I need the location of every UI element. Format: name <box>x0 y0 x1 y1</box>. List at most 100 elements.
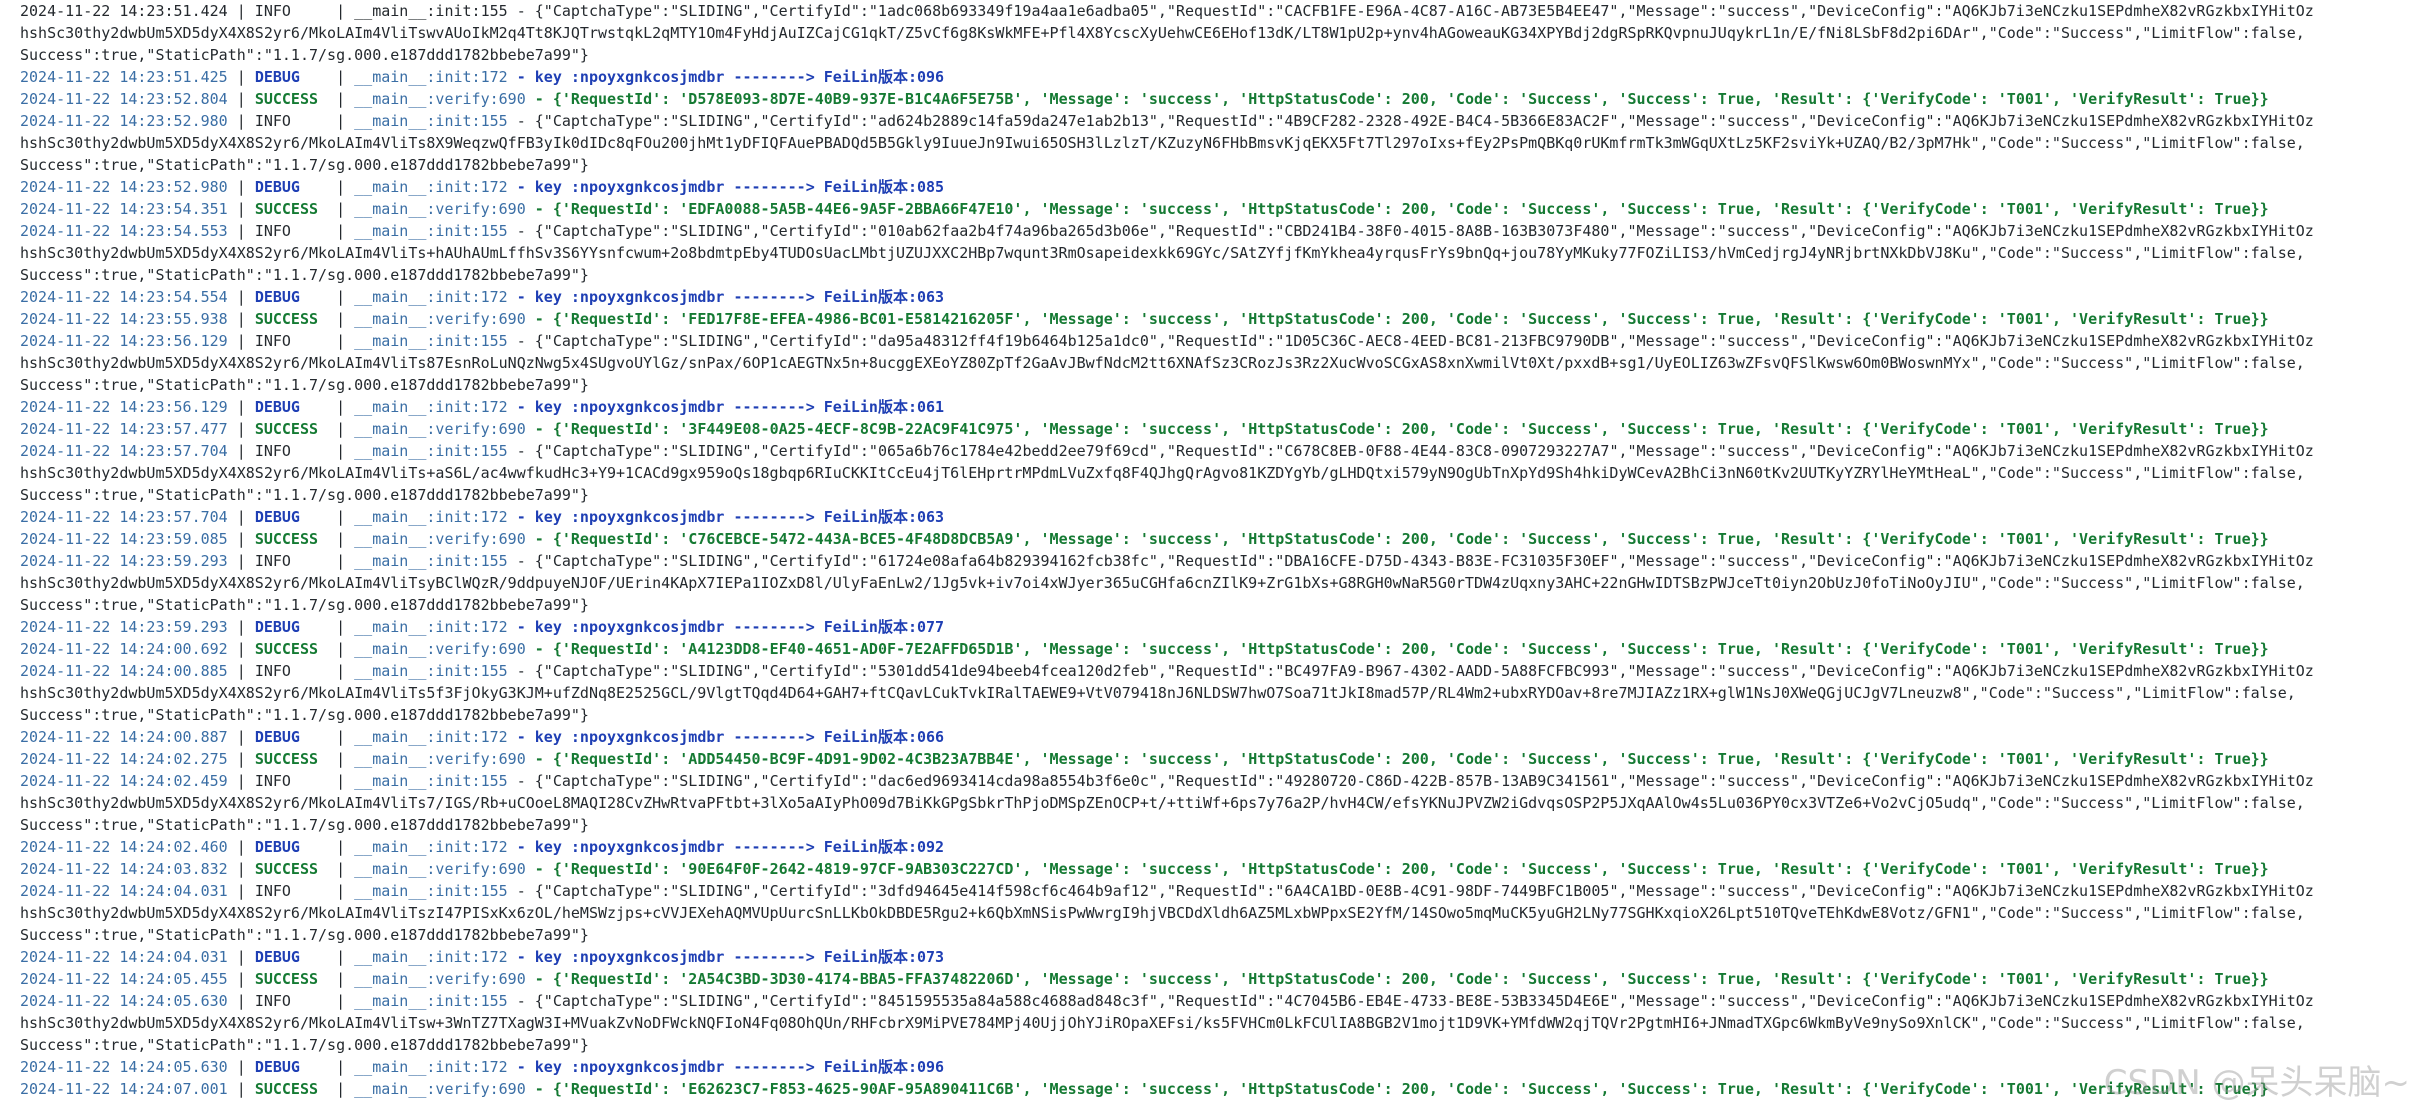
log-level-badge: SUCCESS <box>254 310 319 328</box>
log-line-success: 2024-11-22 14:24:05.455 | SUCCESS | __ma… <box>20 968 2415 990</box>
log-level-badge: DEBUG <box>254 838 300 856</box>
log-text: Success":true,"StaticPath":"1.1.7/sg.000… <box>20 706 589 724</box>
log-separator: | <box>290 552 355 570</box>
log-continuation-line: Success":true,"StaticPath":"1.1.7/sg.000… <box>20 924 2415 946</box>
log-level-badge: DEBUG <box>254 728 300 746</box>
log-source: __main__:init:155 <box>354 662 508 680</box>
log-level-badge: SUCCESS <box>254 1080 319 1098</box>
log-source: __main__:verify:690 <box>354 860 526 878</box>
log-separator: | <box>227 90 255 108</box>
log-space <box>508 882 517 900</box>
log-separator: | <box>227 640 255 658</box>
log-line-debug: 2024-11-22 14:24:04.031 | DEBUG | __main… <box>20 946 2415 968</box>
log-space <box>508 662 517 680</box>
log-text: hshSc30thy2dwbUm5XD5dyX4X8S2yr6/MkoLAIm4… <box>20 574 2305 592</box>
log-message: - key :npoyxgnkcosjmdbr --------> FeiLin… <box>516 838 945 856</box>
log-source: __main__:init:172 <box>354 728 508 746</box>
log-source: __main__:init:155 <box>354 552 508 570</box>
log-separator: | <box>299 728 355 746</box>
log-timestamp: 2024-11-22 14:23:52.980 <box>20 178 228 196</box>
log-text: Success":true,"StaticPath":"1.1.7/sg.000… <box>20 926 589 944</box>
log-separator: | <box>299 948 355 966</box>
log-space <box>508 772 517 790</box>
log-separator: | <box>227 772 255 790</box>
log-space <box>508 552 517 570</box>
log-timestamp: 2024-11-22 14:23:52.804 <box>20 90 228 108</box>
log-continuation-line: hshSc30thy2dwbUm5XD5dyX4X8S2yr6/MkoLAIm4… <box>20 242 2415 264</box>
log-continuation-line: hshSc30thy2dwbUm5XD5dyX4X8S2yr6/MkoLAIm4… <box>20 792 2415 814</box>
log-source: __main__:init:155 <box>354 222 508 240</box>
log-continuation-line: hshSc30thy2dwbUm5XD5dyX4X8S2yr6/MkoLAIm4… <box>20 462 2415 484</box>
log-level-badge: INFO <box>254 552 291 570</box>
log-continuation-line: Success":true,"StaticPath":"1.1.7/sg.000… <box>20 704 2415 726</box>
log-separator: | <box>299 1058 355 1076</box>
log-separator: | <box>318 860 355 878</box>
log-message: - key :npoyxgnkcosjmdbr --------> FeiLin… <box>516 178 945 196</box>
log-line-info: 2024-11-22 14:24:04.031 | INFO | __main_… <box>20 880 2415 902</box>
log-level-badge: DEBUG <box>254 508 300 526</box>
log-level-badge: INFO <box>254 662 291 680</box>
log-separator: | <box>318 970 355 988</box>
log-separator: | <box>290 112 355 130</box>
log-console[interactable]: 2024-11-22 14:23:51.424 | INFO | __main_… <box>20 0 2415 1108</box>
log-line-debug: 2024-11-22 14:23:54.554 | DEBUG | __main… <box>20 286 2415 308</box>
log-continuation-line: Success":true,"StaticPath":"1.1.7/sg.000… <box>20 154 2415 176</box>
log-level-badge: DEBUG <box>254 178 300 196</box>
log-timestamp: 2024-11-22 14:24:04.031 <box>20 882 228 900</box>
log-space <box>526 750 535 768</box>
log-continuation-line: Success":true,"StaticPath":"1.1.7/sg.000… <box>20 264 2415 286</box>
log-timestamp: 2024-11-22 14:23:56.129 <box>20 398 228 416</box>
log-level-badge: SUCCESS <box>254 200 319 218</box>
log-timestamp: 2024-11-22 14:23:51.425 <box>20 68 228 86</box>
log-text: hshSc30thy2dwbUm5XD5dyX4X8S2yr6/MkoLAIm4… <box>20 904 2305 922</box>
log-timestamp: 2024-11-22 14:23:52.980 <box>20 112 228 130</box>
log-space <box>526 420 535 438</box>
log-separator: | <box>227 398 255 416</box>
log-continuation-line: hshSc30thy2dwbUm5XD5dyX4X8S2yr6/MkoLAIm4… <box>20 22 2415 44</box>
log-separator: | <box>318 200 355 218</box>
log-message: - key :npoyxgnkcosjmdbr --------> FeiLin… <box>516 948 945 966</box>
log-message: - {'RequestId': 'E62623C7-F853-4625-90AF… <box>534 1080 2269 1098</box>
log-timestamp: 2024-11-22 14:24:02.459 <box>20 772 228 790</box>
log-continuation-line: Success":true,"StaticPath":"1.1.7/sg.000… <box>20 1034 2415 1056</box>
log-separator: | <box>290 222 355 240</box>
log-separator: | <box>290 442 355 460</box>
log-space <box>526 970 535 988</box>
log-space <box>508 222 517 240</box>
log-space <box>526 640 535 658</box>
log-source: __main__:init:172 <box>354 288 508 306</box>
log-text: hshSc30thy2dwbUm5XD5dyX4X8S2yr6/MkoLAIm4… <box>20 464 2305 482</box>
log-source: __main__:init:155 <box>354 772 508 790</box>
log-source: __main__:init:172 <box>354 1058 508 1076</box>
log-level-badge: INFO <box>254 112 291 130</box>
log-separator: | <box>299 618 355 636</box>
log-timestamp: 2024-11-22 14:23:57.477 <box>20 420 228 438</box>
log-separator: | <box>227 310 255 328</box>
log-text: Success":true,"StaticPath":"1.1.7/sg.000… <box>20 156 589 174</box>
log-timestamp: 2024-11-22 14:23:54.554 <box>20 288 228 306</box>
log-separator: | <box>227 442 255 460</box>
log-text: hshSc30thy2dwbUm5XD5dyX4X8S2yr6/MkoLAIm4… <box>20 244 2305 262</box>
log-separator: | <box>227 618 255 636</box>
log-timestamp: 2024-11-22 14:24:04.031 <box>20 948 228 966</box>
log-level-badge: INFO <box>254 332 291 350</box>
log-timestamp: 2024-11-22 14:24:07.001 <box>20 1080 228 1098</box>
log-space <box>508 332 517 350</box>
log-separator: | <box>290 882 355 900</box>
log-separator: | <box>318 310 355 328</box>
log-source: __main__:init:155 <box>354 332 508 350</box>
log-timestamp: 2024-11-22 14:24:05.455 <box>20 970 228 988</box>
log-line-success: 2024-11-22 14:24:00.692 | SUCCESS | __ma… <box>20 638 2415 660</box>
log-level-badge: SUCCESS <box>254 970 319 988</box>
log-separator: | <box>318 530 355 548</box>
log-message: - key :npoyxgnkcosjmdbr --------> FeiLin… <box>516 1058 945 1076</box>
log-message: - {"CaptchaType":"SLIDING","CertifyId":"… <box>516 442 2314 460</box>
log-separator: | <box>227 420 255 438</box>
log-level-badge: SUCCESS <box>254 530 319 548</box>
log-line-info: 2024-11-22 14:24:02.459 | INFO | __main_… <box>20 770 2415 792</box>
log-level-badge: DEBUG <box>254 618 300 636</box>
log-level-badge: SUCCESS <box>254 420 319 438</box>
log-source: __main__:init:172 <box>354 398 508 416</box>
log-space <box>508 992 517 1010</box>
log-source: __main__:verify:690 <box>354 310 526 328</box>
